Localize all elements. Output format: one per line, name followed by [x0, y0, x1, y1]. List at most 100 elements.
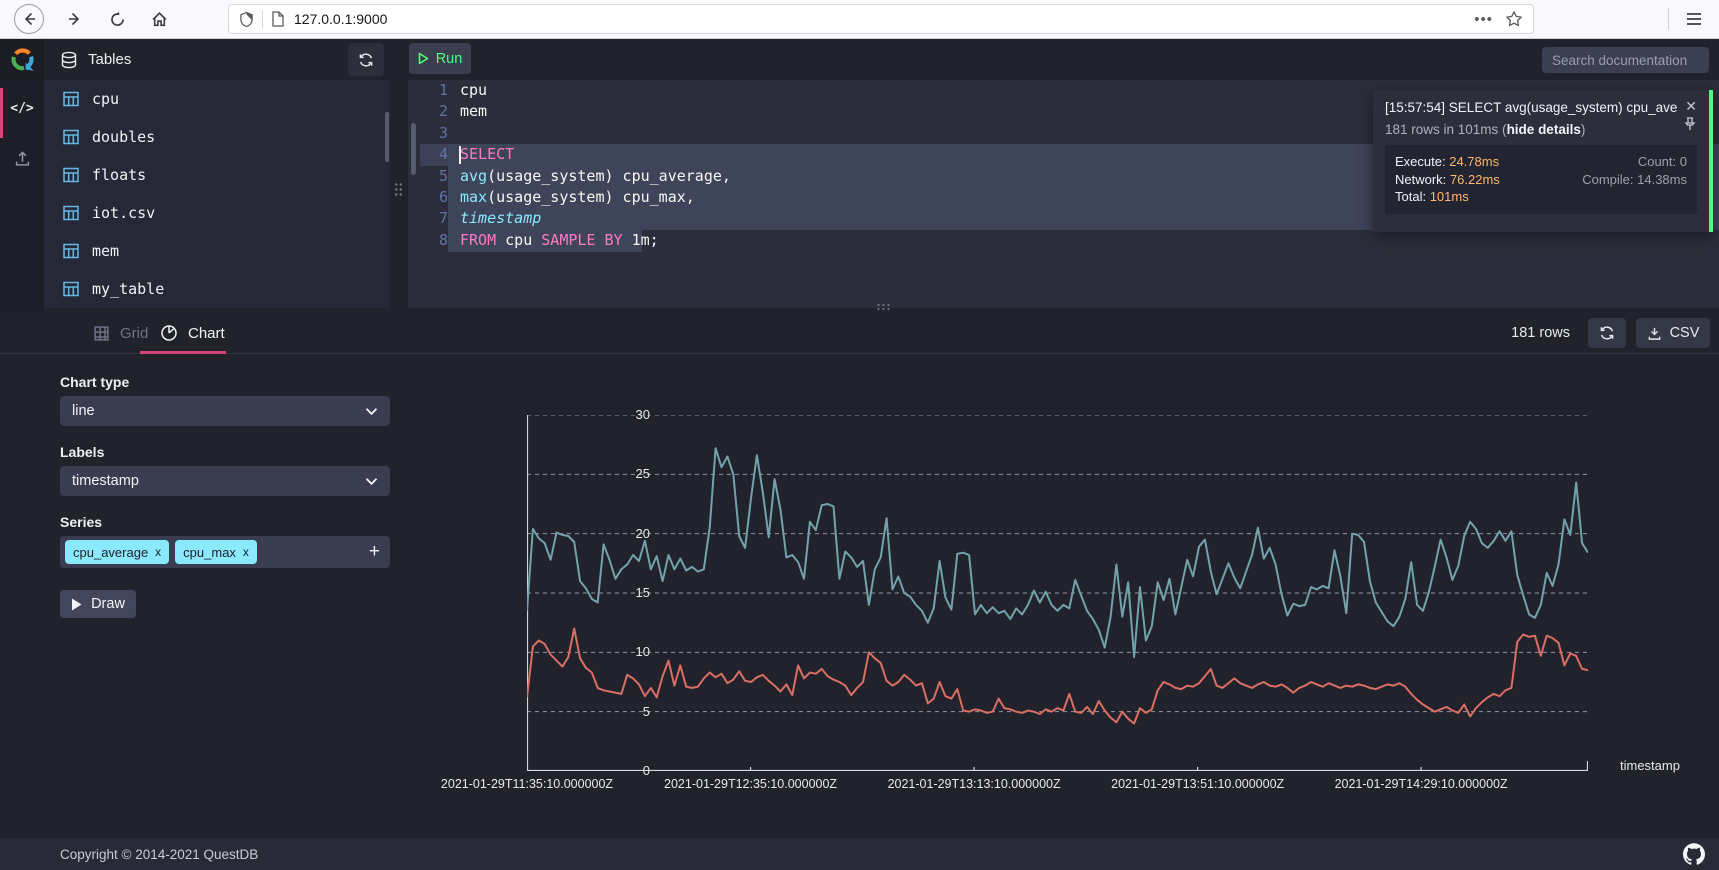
table-item-doubles[interactable]: doubles — [44, 118, 390, 156]
y-tick-5: 5 — [616, 704, 650, 719]
chart-type-select[interactable]: line — [60, 396, 390, 426]
series-input[interactable]: cpu_averagex cpu_max x + — [60, 536, 390, 568]
remove-series-icon[interactable]: x — [243, 545, 249, 559]
reload-icon — [109, 11, 126, 28]
questdb-logo[interactable] — [0, 39, 44, 80]
sidebar-resize-handle[interactable] — [394, 182, 403, 198]
questdb-logo-icon — [9, 46, 36, 73]
browser-menu-button[interactable] — [1677, 2, 1711, 36]
browser-forward-button[interactable] — [58, 2, 92, 36]
refresh-results-button[interactable] — [1588, 318, 1626, 348]
upload-icon — [14, 150, 31, 167]
series-tag-cpu_average[interactable]: cpu_averagex — [65, 540, 169, 564]
grid-icon — [93, 325, 110, 342]
remove-series-icon[interactable]: x — [155, 545, 161, 559]
table-icon — [62, 280, 80, 298]
table-item-floats[interactable]: floats — [44, 156, 390, 194]
notification-pin-icon[interactable] — [1684, 117, 1696, 136]
tables-refresh-button[interactable] — [348, 43, 384, 76]
execute-value: 24.78ms — [1449, 154, 1499, 169]
chevron-down-icon — [365, 407, 378, 416]
table-item-my_table[interactable]: my_table — [44, 270, 390, 308]
series-line-cpu_max — [527, 448, 1588, 657]
x-axis-title: timestamp — [1620, 758, 1680, 773]
draw-button-label: Draw — [91, 596, 125, 612]
series-tag-label: cpu_max — [183, 545, 236, 560]
code-line-8: 8FROM cpu SAMPLE BY 1m; — [408, 230, 1719, 251]
editor-resize-handle[interactable] — [876, 303, 892, 311]
bookmark-star-icon[interactable] — [1505, 10, 1523, 28]
count-value: 0 — [1680, 154, 1687, 169]
tab-chart[interactable]: Chart — [160, 312, 225, 354]
app-header: Tables Run Search documentation — [0, 39, 1719, 80]
compile-label: Compile: — [1582, 172, 1633, 187]
table-icon — [62, 204, 80, 222]
y-tick-30: 30 — [616, 407, 650, 422]
tables-scrollbar[interactable] — [385, 112, 389, 162]
github-link[interactable] — [1683, 843, 1705, 865]
line-number: 6 — [420, 187, 448, 208]
editor-cursor — [459, 146, 461, 164]
tables-panel-header: Tables — [44, 39, 390, 80]
series-line-cpu_average — [527, 629, 1588, 724]
back-arrow-icon — [21, 11, 37, 27]
draw-chart-button[interactable]: Draw — [60, 590, 136, 618]
page-actions-icon[interactable]: ••• — [1474, 11, 1493, 28]
search-documentation-input[interactable]: Search documentation — [1542, 47, 1709, 73]
import-view-button[interactable] — [0, 138, 44, 178]
footer: Copyright © 2014-2021 QuestDB — [0, 838, 1719, 870]
table-name: iot.csv — [92, 204, 155, 222]
line-number: 1 — [420, 80, 448, 101]
notification-close-icon[interactable]: ✕ — [1685, 98, 1697, 115]
line-number: 7 — [420, 208, 448, 229]
url-bar[interactable]: 127.0.0.1:9000 ••• — [228, 4, 1534, 34]
notification-metrics-box: Execute: 24.78ms Count: 0 Network: 76.22… — [1385, 145, 1697, 214]
table-name: floats — [92, 166, 146, 184]
table-name: doubles — [92, 128, 155, 146]
browser-home-button[interactable] — [142, 2, 176, 36]
table-item-mem[interactable]: mem — [44, 232, 390, 270]
run-button-label: Run — [436, 51, 463, 67]
table-name: cpu — [92, 90, 119, 108]
browser-back-button[interactable] — [14, 4, 44, 34]
tab-grid[interactable]: Grid — [93, 312, 148, 354]
notification-summary-suffix: ) — [1581, 122, 1586, 137]
table-item-iot.csv[interactable]: iot.csv — [44, 194, 390, 232]
line-number: 2 — [420, 101, 448, 122]
url-text[interactable]: 127.0.0.1:9000 — [294, 11, 1474, 27]
download-csv-button[interactable]: CSV — [1636, 318, 1710, 348]
browser-chrome: 127.0.0.1:9000 ••• — [0, 0, 1719, 39]
refresh-icon — [358, 52, 374, 68]
chart-view: Chart type line Labels timestamp Series … — [0, 354, 1719, 838]
tab-grid-label: Grid — [120, 325, 148, 342]
line-number: 5 — [420, 166, 448, 187]
add-series-button[interactable]: + — [369, 541, 380, 563]
browser-reload-button[interactable] — [100, 2, 134, 36]
table-icon — [62, 90, 80, 108]
hamburger-icon — [1686, 12, 1702, 26]
home-icon — [151, 11, 168, 28]
labels-select[interactable]: timestamp — [60, 466, 390, 496]
total-label: Total: — [1395, 189, 1426, 204]
console-view-button[interactable]: </> — [0, 88, 44, 128]
labels-value: timestamp — [72, 473, 139, 489]
run-query-button[interactable]: Run — [409, 43, 471, 74]
line-number: 8 — [420, 230, 448, 251]
x-tick-2: 2021-01-29T13:13:10.000000Z — [888, 777, 1061, 791]
draw-play-icon — [71, 598, 82, 611]
forward-arrow-icon — [67, 11, 83, 27]
hide-details-link[interactable]: hide details — [1507, 122, 1581, 137]
table-item-cpu[interactable]: cpu — [44, 80, 390, 118]
series-tag-cpu_max[interactable]: cpu_max x — [175, 540, 257, 564]
line-number: 4 — [420, 144, 448, 165]
editor-scrollbar[interactable] — [411, 123, 416, 175]
run-play-icon — [418, 52, 429, 65]
pie-chart-icon — [160, 324, 178, 342]
csv-button-label: CSV — [1670, 325, 1700, 341]
results-header: Grid Chart 181 rows CSV — [0, 312, 1719, 354]
compile-value: 14.38ms — [1637, 172, 1687, 187]
chart-type-value: line — [72, 403, 95, 419]
y-tick-0: 0 — [616, 763, 650, 778]
chart-svg — [527, 415, 1588, 771]
toolbar-divider — [1668, 8, 1669, 30]
